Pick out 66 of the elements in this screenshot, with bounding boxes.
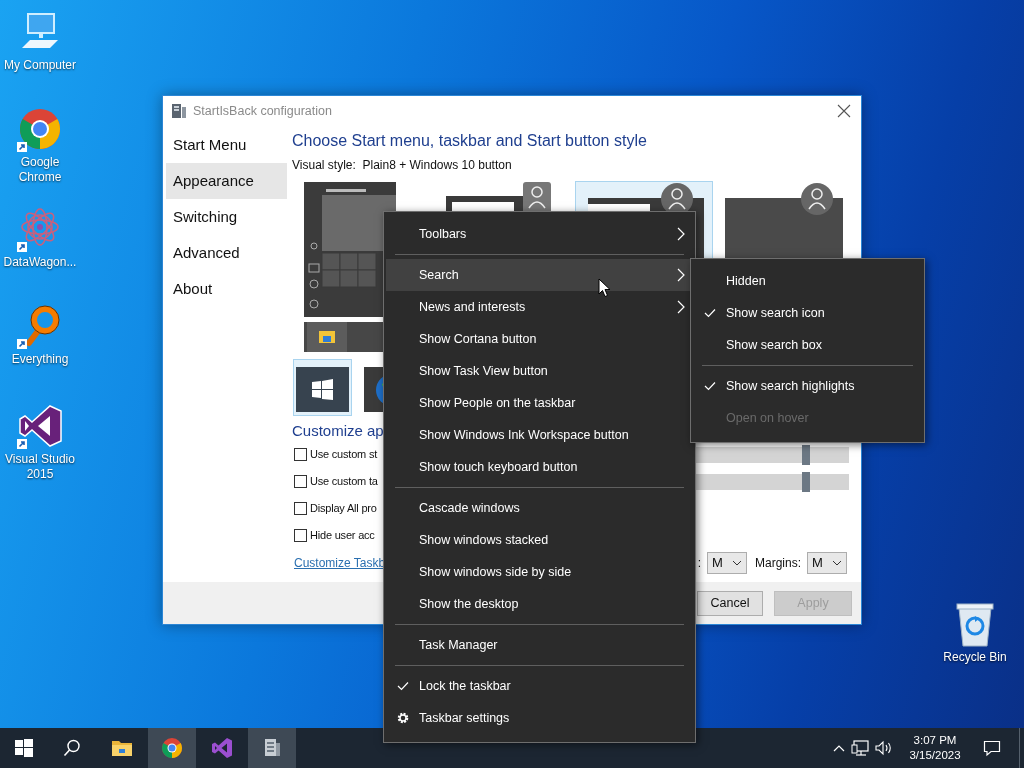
option-label[interactable]: Use custom ta bbox=[310, 473, 378, 490]
sidebar-item[interactable]: Appearance bbox=[166, 163, 287, 199]
menu-item[interactable]: Cascade windows bbox=[386, 492, 693, 524]
chevron-right-icon bbox=[677, 300, 685, 314]
option-label[interactable]: Hide user acc bbox=[310, 527, 375, 544]
cursor-icon bbox=[598, 278, 611, 298]
menu-item[interactable]: Show windows stacked bbox=[386, 524, 693, 556]
taskbar-button[interactable] bbox=[248, 728, 296, 768]
menu-item[interactable]: Show Windows Ink Workspace button bbox=[386, 419, 693, 451]
slider-thumb[interactable] bbox=[801, 471, 810, 492]
sidebar-item[interactable]: Switching bbox=[166, 199, 287, 235]
chevron-right-icon bbox=[677, 268, 685, 282]
style-option[interactable] bbox=[303, 181, 397, 353]
dialog-button[interactable]: Cancel bbox=[697, 590, 763, 616]
menu-item[interactable]: Taskbar settings bbox=[386, 702, 693, 734]
menu-item[interactable]: Show touch keyboard button bbox=[386, 451, 693, 483]
caret-icon bbox=[832, 560, 842, 566]
app-icon bbox=[171, 103, 187, 119]
dropdown-label: : bbox=[697, 555, 701, 572]
checkbox[interactable] bbox=[294, 502, 307, 515]
taskbar-button[interactable] bbox=[148, 728, 196, 768]
chrome-icon[interactable] bbox=[161, 737, 183, 759]
dropdown[interactable]: M bbox=[807, 552, 847, 574]
sidebar-item[interactable]: About bbox=[166, 271, 287, 307]
settings-icon bbox=[395, 711, 410, 725]
recycle-bin-icon bbox=[953, 600, 997, 648]
visual-studio-icon[interactable] bbox=[211, 737, 233, 759]
visual-studio-icon bbox=[16, 402, 64, 450]
menu-item[interactable]: Show search box bbox=[693, 329, 922, 361]
clock[interactable]: 3:07 PM 3/15/2023 bbox=[903, 728, 967, 768]
chevron-right-icon bbox=[677, 227, 685, 241]
menu-item[interactable]: Lock the taskbar bbox=[386, 670, 693, 702]
section-heading: Choose Start menu, taskbar and Start button style bbox=[292, 131, 648, 151]
notification-icon[interactable] bbox=[983, 739, 1001, 757]
start-button-option[interactable] bbox=[293, 359, 352, 416]
window-title: StartIsBack configuration bbox=[193, 102, 332, 120]
menu-item[interactable]: Show Cortana button bbox=[386, 323, 693, 355]
checkbox[interactable] bbox=[294, 529, 307, 542]
sidebar-item[interactable]: Advanced bbox=[166, 235, 287, 271]
menu-item[interactable]: Hidden bbox=[693, 265, 922, 297]
menu-item[interactable]: Show Task View button bbox=[386, 355, 693, 387]
checkbox[interactable] bbox=[294, 475, 307, 488]
close-icon[interactable] bbox=[837, 104, 851, 118]
visual-style-label: Visual style: Plain8 + Windows 10 button bbox=[292, 157, 513, 173]
menu-item[interactable]: Show windows side by side bbox=[386, 556, 693, 588]
windows-logo-icon[interactable] bbox=[15, 739, 33, 757]
checkbox[interactable] bbox=[294, 448, 307, 461]
folder-icon[interactable] bbox=[111, 738, 133, 758]
menu-item[interactable]: Search bbox=[386, 259, 693, 291]
sidebar-item[interactable]: Start Menu bbox=[166, 127, 287, 163]
option-label[interactable]: Use custom st bbox=[310, 446, 378, 463]
section-heading: Customize ap bbox=[292, 421, 384, 441]
menu-item[interactable]: Show People on the taskbar bbox=[386, 387, 693, 419]
menu-item[interactable]: Toolbars bbox=[386, 218, 693, 250]
menu-item[interactable]: Show the desktop bbox=[386, 588, 693, 620]
desktop-icon-label[interactable]: Recycle Bin bbox=[935, 650, 1015, 665]
menu-item[interactable]: Show search icon bbox=[693, 297, 922, 329]
search-icon[interactable] bbox=[63, 739, 81, 757]
menu-item[interactable]: Task Manager bbox=[386, 629, 693, 661]
slider-thumb[interactable] bbox=[801, 444, 810, 465]
caret-icon bbox=[732, 560, 742, 566]
dropdown[interactable]: M bbox=[707, 552, 747, 574]
menu-item[interactable]: Show search highlights bbox=[693, 370, 922, 402]
menu-item[interactable]: News and interests bbox=[386, 291, 693, 323]
option-label[interactable]: Display All pro bbox=[310, 500, 377, 517]
dropdown-label: Margins: bbox=[755, 555, 801, 572]
